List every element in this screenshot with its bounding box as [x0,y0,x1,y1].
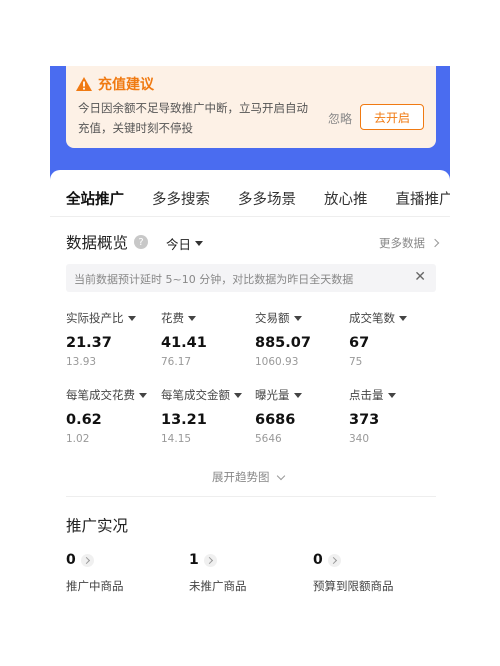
metric-label[interactable]: 每笔成交花费 [66,387,158,403]
stat-label: 未推广商品 [189,579,247,593]
more-data-label: 更多数据 [379,236,425,250]
chevron-right-icon [203,553,217,567]
caret-down-icon [399,315,407,321]
close-icon[interactable]: ✕ [414,269,426,285]
tab-worry-free[interactable]: 放心推 [324,188,368,218]
delay-notice: 当前数据预计延时 5~10 分钟，对比数据为昨日全天数据 ✕ [66,264,436,292]
date-range-select[interactable]: 今日 [166,234,204,253]
metric-roi: 实际投产比 21.37 13.93 [66,310,158,368]
alert-title: 充值建议 [76,74,154,94]
metric-amount-per-order: 每笔成交金额 13.21 14.15 [161,387,253,445]
metric-value: 13.21 [161,412,207,428]
section-divider [66,496,436,497]
alert-message: 今日因余额不足导致推广中断，立马开启自动充值，关键时刻不停投 [78,101,308,135]
caret-down-icon [195,241,204,246]
chevron-right-icon [80,553,94,567]
chevron-down-icon [276,471,285,480]
metric-label[interactable]: 交易额 [255,310,347,326]
more-data-link[interactable]: 更多数据 [379,235,440,251]
metric-cost-per-order: 每笔成交花费 0.62 1.02 [66,387,158,445]
metric-label[interactable]: 点击量 [349,387,441,403]
metric-value: 373 [349,412,380,428]
stat-label: 预算到限额商品 [313,579,394,593]
overview-title-text: 数据概览 [66,234,129,252]
metric-label[interactable]: 成交笔数 [349,310,441,326]
metric-compare: 5646 [255,433,282,445]
caret-down-icon [293,392,302,398]
metric-impressions: 曝光量 6686 5646 [255,387,347,445]
caret-down-icon [234,392,242,398]
metric-compare: 75 [349,356,363,368]
metric-compare: 76.17 [161,356,192,368]
promo-tabs: 全站推广 多多搜索 多多场景 放心推 直播推广 [66,188,450,218]
metric-value: 885.07 [255,335,311,351]
metric-compare: 1.02 [66,433,90,445]
stat-count[interactable]: 0 [313,552,394,568]
metric-label[interactable]: 花费 [161,310,253,326]
caret-down-icon [293,315,302,321]
metric-value: 6686 [255,412,296,428]
metric-clicks: 点击量 373 340 [349,387,441,445]
promo-status-title: 推广实况 [66,517,129,535]
metric-value: 21.37 [66,335,112,351]
tab-all-site[interactable]: 全站推广 [66,188,124,218]
tab-live[interactable]: 直播推广 [396,188,451,218]
caret-down-icon [188,315,196,321]
stat-promoting: 0 推广中商品 [66,552,124,594]
metric-compare: 1060.93 [255,356,299,368]
stat-count[interactable]: 0 [66,552,124,568]
metric-compare: 14.15 [161,433,192,445]
tab-scene[interactable]: 多多场景 [238,188,296,218]
metric-label[interactable]: 实际投产比 [66,310,158,326]
metric-spend: 花费 41.41 76.17 [161,310,253,368]
tab-search[interactable]: 多多搜索 [152,188,210,218]
date-range-value: 今日 [166,237,192,252]
metric-label[interactable]: 每笔成交金额 [161,387,253,403]
recharge-alert: 充值建议 今日因余额不足导致推广中断，立马开启自动充值，关键时刻不停投 忽略 去… [66,66,436,148]
stat-count[interactable]: 1 [189,552,247,568]
metric-gmv: 交易额 885.07 1060.93 [255,310,347,368]
caret-down-icon [127,315,136,321]
stat-budget-limited: 0 预算到限额商品 [313,552,394,594]
expand-trend-button[interactable]: 展开趋势图 [212,469,285,485]
chevron-right-icon [327,553,341,567]
caret-down-icon [139,392,147,398]
help-icon[interactable]: ? [134,235,149,249]
stat-label: 推广中商品 [66,579,124,593]
enable-auto-recharge-button[interactable]: 去开启 [360,104,424,130]
stat-not-promoted: 1 未推广商品 [189,552,247,594]
chevron-right-icon [430,238,440,248]
metric-value: 41.41 [161,335,207,351]
alert-title-text: 充值建议 [98,77,154,93]
notice-text: 当前数据预计延时 5~10 分钟，对比数据为昨日全天数据 [74,273,354,286]
ignore-button[interactable]: 忽略 [328,110,352,127]
metric-value: 67 [349,335,370,351]
metric-value: 0.62 [66,412,102,428]
metric-orders: 成交笔数 67 75 [349,310,441,368]
overview-title: 数据概览 ? [66,231,149,253]
metric-label[interactable]: 曝光量 [255,387,347,403]
warning-icon [76,77,92,91]
metric-compare: 340 [349,433,370,445]
expand-trend-label: 展开趋势图 [212,470,270,484]
metric-compare: 13.93 [66,356,97,368]
tab-divider [50,216,450,217]
caret-down-icon [387,392,396,398]
